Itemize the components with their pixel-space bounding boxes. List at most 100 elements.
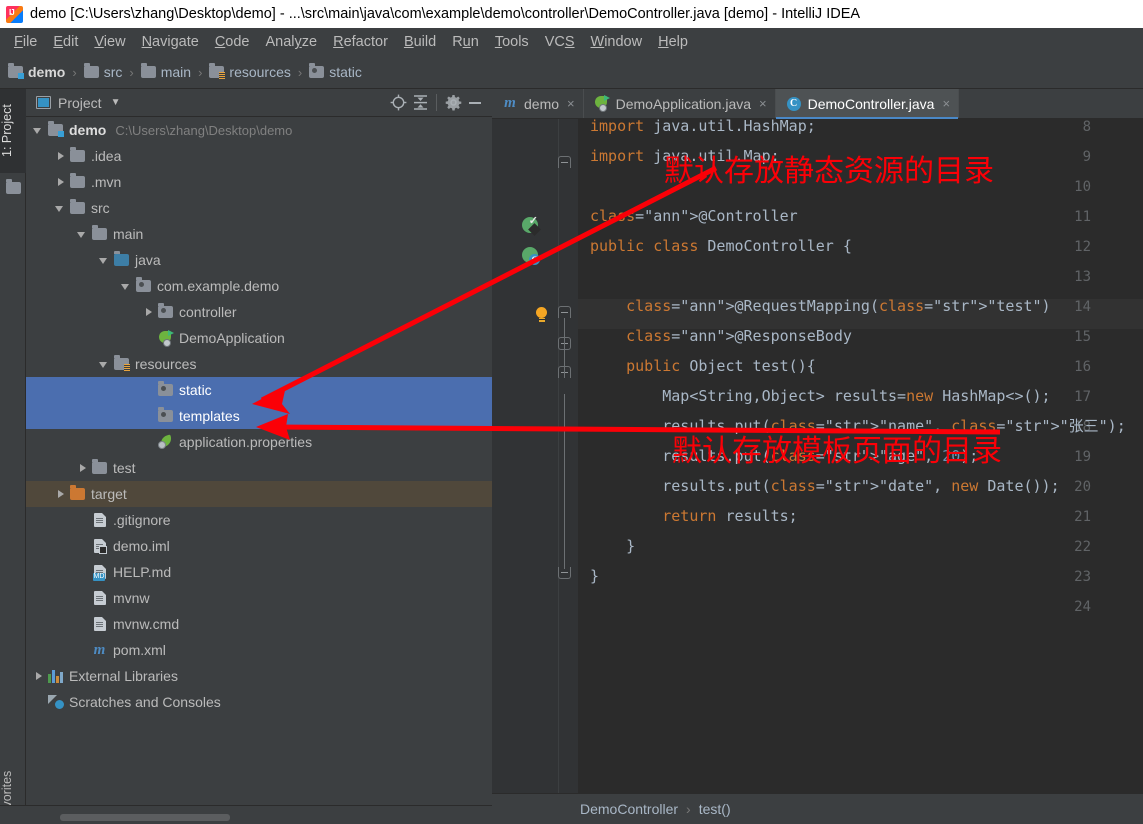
expand-toggle-icon[interactable] (120, 280, 133, 293)
editor-tab-bar: m demo × DemoApplication.java × C DemoControll… (492, 89, 1143, 119)
breadcrumb-item-static[interactable]: static (309, 63, 362, 80)
package-folder-icon (158, 407, 173, 422)
code-line-15[interactable]: class="ann">@ResponseBody (590, 321, 852, 351)
code-line-20[interactable]: results.put(class="str">"date", new Date… (590, 471, 1059, 501)
locate-target-icon[interactable] (387, 92, 409, 114)
menu-item-vcs[interactable]: VCS (537, 32, 583, 52)
tree-node--idea[interactable]: .idea (26, 143, 492, 169)
tree-node-mvnw-cmd[interactable]: mvnw.cmd (26, 611, 492, 637)
collapse-all-icon[interactable] (409, 92, 431, 114)
menu-item-edit[interactable]: Edit (45, 32, 86, 52)
minimize-icon[interactable] (464, 92, 486, 114)
module-folder-icon (48, 121, 64, 137)
run-with-coverage-icon[interactable]: ✓ (522, 216, 541, 236)
close-icon[interactable]: × (759, 96, 767, 111)
gear-icon[interactable] (442, 92, 464, 114)
fold-marker[interactable] (558, 567, 571, 579)
maven-file-icon: m (504, 95, 516, 111)
code-line-22[interactable]: } (590, 531, 635, 561)
tree-node-resources[interactable]: resources (26, 351, 492, 377)
menu-item-window[interactable]: Window (583, 32, 651, 52)
code-line-14[interactable]: class="ann">@RequestMapping(class="str">… (590, 291, 1050, 321)
menu-item-navigate[interactable]: Navigate (134, 32, 207, 52)
fold-marker[interactable] (558, 156, 571, 168)
tree-node-target[interactable]: target (26, 481, 492, 507)
collapse-toggle-icon[interactable] (32, 670, 45, 683)
tree-node-com-example-demo[interactable]: com.example.demo (26, 273, 492, 299)
menu-item-run[interactable]: Run (444, 32, 487, 52)
tree-node-application-properties[interactable]: application.properties (26, 429, 492, 455)
expand-toggle-icon[interactable] (76, 228, 89, 241)
collapse-toggle-icon[interactable] (76, 462, 89, 475)
menu-item-file[interactable]: File (6, 32, 45, 52)
folder-icon (92, 225, 107, 240)
menu-item-build[interactable]: Build (396, 32, 444, 52)
tree-node--mvn[interactable]: .mvn (26, 169, 492, 195)
tree-node-pom-xml[interactable]: m pom.xml (26, 637, 492, 663)
expand-toggle-icon[interactable] (98, 254, 111, 267)
breadcrumb-item-main[interactable]: main (140, 63, 191, 80)
status-method-name[interactable]: test() (699, 801, 731, 817)
folder-icon (6, 179, 21, 194)
tree-node-controller[interactable]: controller (26, 299, 492, 325)
expand-toggle-icon[interactable] (98, 358, 111, 371)
menu-item-help[interactable]: Help (650, 32, 696, 52)
expand-toggle-icon[interactable] (32, 124, 45, 137)
collapse-toggle-icon[interactable] (54, 488, 67, 501)
spring-bean-icon[interactable]: C (522, 247, 540, 265)
code-line-23[interactable]: } (590, 561, 599, 591)
code-line-17[interactable]: Map<String,Object> results=new HashMap<>… (590, 381, 1050, 411)
intention-bulb-icon[interactable] (535, 307, 548, 322)
code-line-11[interactable]: class="ann">@Controller (590, 201, 798, 231)
tree-node-external-libraries[interactable]: External Libraries (26, 663, 492, 689)
sidebar-tab-project[interactable]: 1: Project (0, 89, 26, 173)
project-window-icon (36, 96, 51, 109)
status-class-name[interactable]: DemoController (580, 801, 678, 817)
editor-tab-democontroller-java[interactable]: C DemoController.java × (775, 89, 960, 119)
code-line-21[interactable]: return results; (590, 501, 797, 531)
horizontal-scrollbar[interactable] (60, 814, 230, 821)
editor-tab-demoapplication-java[interactable]: DemoApplication.java × (584, 89, 776, 118)
expand-toggle-icon[interactable] (54, 202, 67, 215)
fold-marker[interactable] (558, 306, 571, 318)
tree-node-templates[interactable]: templates (26, 403, 492, 429)
tree-node-help-md[interactable]: MD HELP.md (26, 559, 492, 585)
breadcrumb-item-resources[interactable]: resources (209, 63, 291, 80)
left-tool-strip: 1: Project 2: Favorites ★ Web (0, 89, 26, 824)
menu-item-refactor[interactable]: Refactor (325, 32, 396, 52)
tree-node-demo-iml[interactable]: demo.iml (26, 533, 492, 559)
menu-item-tools[interactable]: Tools (487, 32, 537, 52)
tree-node-scratches-and-consoles[interactable]: Scratches and Consoles (26, 689, 492, 715)
tree-node-static[interactable]: static (26, 377, 492, 403)
tree-node-label: Scratches and Consoles (69, 694, 221, 710)
editor-breadcrumb-status: DemoController › test() (492, 793, 1143, 824)
editor-tab-demo[interactable]: m demo × (492, 89, 584, 118)
tree-node-mvnw[interactable]: mvnw (26, 585, 492, 611)
menu-item-code[interactable]: Code (207, 32, 258, 52)
tree-node-test[interactable]: test (26, 455, 492, 481)
code-line-8[interactable]: import java.util.HashMap; (590, 119, 816, 141)
collapse-toggle-icon[interactable] (54, 150, 67, 163)
menu-item-analyze[interactable]: Analyze (258, 32, 326, 52)
tree-node-java[interactable]: java (26, 247, 492, 273)
chevron-down-icon[interactable]: ▼ (111, 97, 121, 108)
tree-node--gitignore[interactable]: .gitignore (26, 507, 492, 533)
target-folder-icon (70, 485, 85, 500)
breadcrumb-item-src[interactable]: src (83, 63, 122, 80)
tree-node-src[interactable]: src (26, 195, 492, 221)
close-icon[interactable]: × (567, 96, 575, 111)
tree-node-demo[interactable]: demo C:\Users\zhang\Desktop\demo (26, 117, 492, 143)
code-line-16[interactable]: public Object test(){ (590, 351, 816, 381)
code-line-12[interactable]: public class DemoController { (590, 231, 852, 261)
close-icon[interactable]: × (942, 96, 950, 111)
tree-node-main[interactable]: main (26, 221, 492, 247)
breadcrumb-item-demo[interactable]: demo (8, 63, 65, 80)
project-tree[interactable]: demo C:\Users\zhang\Desktop\demo .idea .mvn… (26, 117, 492, 805)
tree-node-label: pom.xml (113, 642, 166, 658)
tree-node-demoapplication[interactable]: DemoApplication (26, 325, 492, 351)
menu-item-view[interactable]: View (86, 32, 133, 52)
collapse-toggle-icon[interactable] (142, 306, 155, 319)
project-panel-header: Project ▼ (26, 89, 492, 117)
collapse-toggle-icon[interactable] (54, 176, 67, 189)
